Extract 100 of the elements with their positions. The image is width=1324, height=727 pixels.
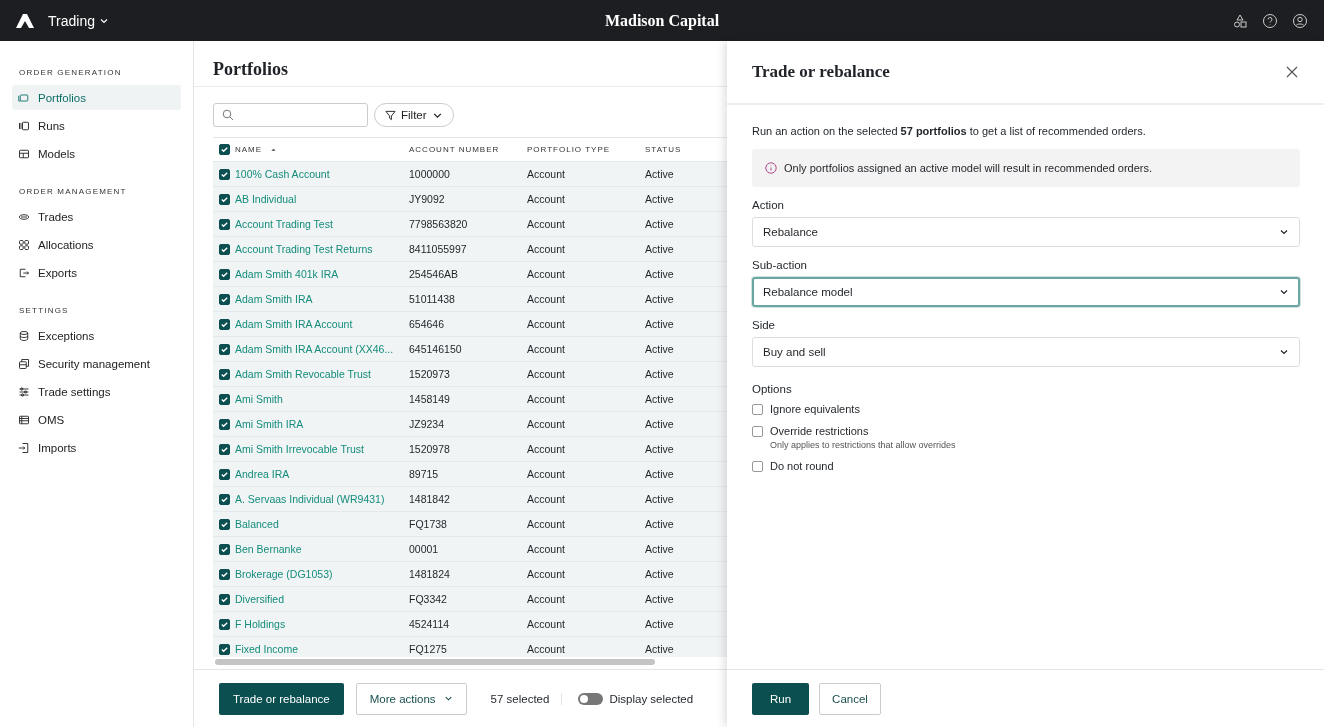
row-checkbox[interactable]	[219, 393, 230, 405]
table-cell: 51011438	[409, 293, 455, 305]
table-cell: 7798563820	[409, 218, 468, 230]
column-header: ACCOUNT NUMBER	[409, 145, 500, 154]
row-checkbox[interactable]	[219, 193, 230, 205]
portfolio-link[interactable]: A. Servaas Individual (WR9431)	[235, 493, 385, 505]
more-actions-button[interactable]: More actions	[355, 682, 467, 715]
search-field[interactable]	[213, 103, 368, 127]
close-button[interactable]	[1285, 65, 1299, 79]
page-title: Portfolios	[212, 58, 289, 81]
table-cell: Active	[645, 368, 674, 380]
cancel-button[interactable]: Cancel	[819, 682, 881, 715]
toggle-switch[interactable]	[578, 692, 604, 705]
scrollbar-thumb[interactable]	[215, 659, 655, 665]
nav-item[interactable]: Allocations	[12, 232, 181, 257]
portfolio-link[interactable]: Adam Smith IRA Account	[235, 318, 353, 330]
table-cell: Account	[527, 493, 565, 505]
portfolio-link[interactable]: Fixed Income	[235, 643, 299, 655]
section-heading: ORDER GENERATION	[18, 68, 122, 77]
row-checkbox[interactable]	[219, 343, 230, 355]
row-checkbox[interactable]	[219, 418, 230, 430]
info-icon	[765, 162, 777, 174]
nav-item[interactable]: Imports	[12, 435, 181, 460]
row-checkbox[interactable]	[219, 568, 230, 580]
table-cell: Active	[645, 443, 674, 455]
portfolio-link[interactable]: Account Trading Test Returns	[235, 243, 373, 255]
nav-item[interactable]: Portfolios	[12, 85, 181, 110]
row-checkbox[interactable]	[219, 168, 230, 180]
row-checkbox[interactable]	[219, 593, 230, 605]
select-field[interactable]: Rebalance model	[752, 277, 1300, 307]
row-checkbox[interactable]	[219, 468, 230, 480]
portfolio-link[interactable]: Adam Smith 401k IRA	[235, 268, 339, 280]
row-checkbox[interactable]	[219, 518, 230, 530]
row-checkbox[interactable]	[219, 293, 230, 305]
filter-icon	[385, 109, 396, 121]
portfolio-link[interactable]: Diversified	[235, 593, 284, 605]
copy-icon	[18, 357, 30, 370]
portfolio-link[interactable]: Account Trading Test	[235, 218, 333, 230]
table-cell: Active	[645, 293, 674, 305]
nav-item[interactable]: Trade settings	[12, 379, 181, 404]
row-checkbox[interactable]	[219, 643, 230, 655]
row-checkbox[interactable]	[219, 618, 230, 630]
nav-item[interactable]: OMS	[12, 407, 181, 432]
row-checkbox[interactable]	[219, 268, 230, 280]
portfolio-link[interactable]: Adam Smith Revocable Trust	[235, 368, 371, 380]
section-heading: ORDER MANAGEMENT	[18, 187, 127, 196]
portfolio-link[interactable]: Ami Smith	[235, 393, 283, 405]
portfolio-link[interactable]: AB Individual	[235, 193, 297, 205]
nav-item[interactable]: Security management	[12, 351, 181, 376]
checkbox[interactable]	[752, 426, 763, 437]
portfolio-link[interactable]: Adam Smith IRA Account (XX46...	[235, 343, 394, 355]
select-field[interactable]: Rebalance	[752, 217, 1300, 247]
sort-icon[interactable]	[270, 146, 278, 153]
portfolio-link[interactable]: Brokerage (DG1053)	[235, 568, 333, 580]
portfolio-link[interactable]: Adam Smith IRA	[235, 293, 313, 305]
portfolio-link[interactable]: Balanced	[235, 518, 279, 530]
row-checkbox[interactable]	[219, 318, 230, 330]
table-cell: 8411055997	[409, 243, 467, 255]
nav-item[interactable]: Trades	[12, 204, 181, 229]
table-cell: 654646	[409, 318, 445, 330]
checkbox[interactable]	[752, 404, 763, 415]
field-label: Action	[752, 199, 784, 211]
portfolio-link[interactable]: Andrea IRA	[235, 468, 290, 480]
portfolio-link[interactable]: 100% Cash Account	[235, 168, 330, 180]
help-icon[interactable]	[1262, 12, 1278, 29]
portfolio-link[interactable]: Ami Smith Irrevocable Trust	[235, 443, 364, 455]
row-checkbox[interactable]	[219, 493, 230, 505]
table-cell: 1458149	[409, 393, 450, 405]
nav-item[interactable]: Models	[12, 141, 181, 166]
trade-button[interactable]: Trade or rebalance	[219, 682, 344, 715]
select-field[interactable]: Buy and sell	[752, 337, 1300, 367]
portfolio-link[interactable]: Ami Smith IRA	[235, 418, 304, 430]
portfolio-link[interactable]: Ben Bernanke	[235, 543, 302, 555]
table-cell: Account	[527, 443, 565, 455]
filter-button[interactable]: Filter	[374, 103, 454, 127]
table-cell: Active	[645, 643, 674, 655]
table-cell: JZ9234	[409, 418, 445, 430]
portfolio-link[interactable]: F Holdings	[235, 618, 286, 630]
nav-item[interactable]: Runs	[12, 113, 181, 138]
table-cell: 4524114	[409, 618, 450, 630]
row-checkbox[interactable]	[219, 218, 230, 230]
grid-icon	[18, 238, 30, 251]
folder-icon	[18, 91, 30, 104]
run-button[interactable]: Run	[752, 682, 810, 715]
nav-item[interactable]: Exceptions	[12, 323, 181, 348]
table-cell: Account	[527, 293, 565, 305]
user-icon[interactable]	[1292, 12, 1308, 29]
table-cell: JY9092	[409, 193, 445, 205]
table-cell: Active	[645, 218, 674, 230]
row-checkbox[interactable]	[219, 368, 230, 380]
app-switcher[interactable]: Trading	[48, 12, 109, 29]
row-checkbox[interactable]	[219, 543, 230, 555]
row-checkbox[interactable]	[219, 243, 230, 255]
column-header[interactable]: NAME	[235, 145, 263, 154]
select-all-checkbox[interactable]	[219, 144, 230, 155]
nav-item[interactable]: Exports	[12, 260, 181, 285]
row-checkbox[interactable]	[219, 443, 230, 455]
table-cell: Active	[645, 268, 674, 280]
shapes-icon[interactable]	[1232, 12, 1248, 29]
checkbox[interactable]	[752, 461, 763, 472]
